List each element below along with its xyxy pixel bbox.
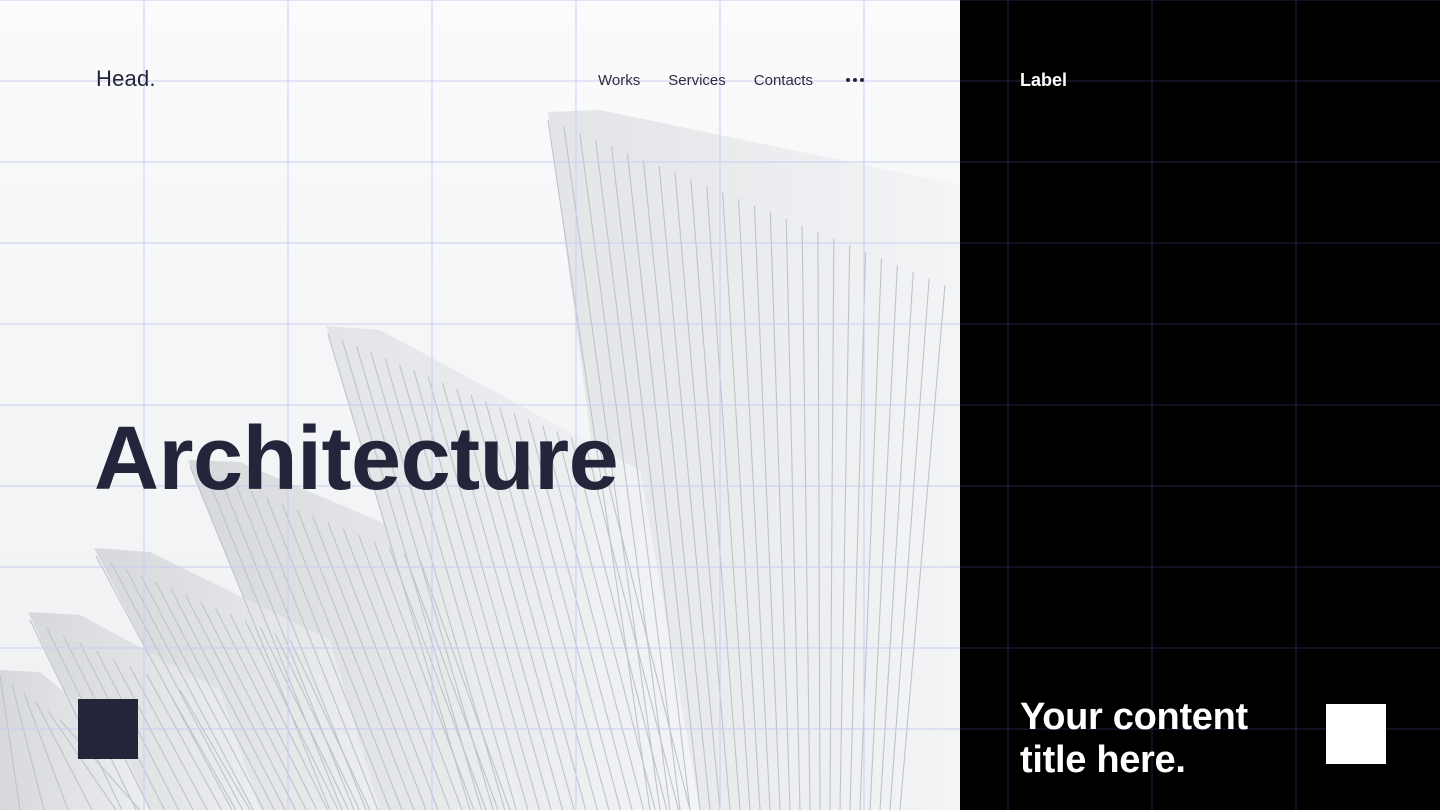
side-label[interactable]: Label <box>1020 70 1067 91</box>
nav-item-services[interactable]: Services <box>668 72 726 89</box>
nav-item-works[interactable]: Works <box>598 72 640 89</box>
more-horizontal-icon[interactable] <box>841 71 864 89</box>
nav-item-contacts[interactable]: Contacts <box>754 72 813 89</box>
more-dot <box>845 78 850 82</box>
white-square-button[interactable] <box>1326 704 1386 764</box>
hero-architecture-image <box>0 0 960 810</box>
page: Head. Works Services Contacts Architectu… <box>0 0 1440 810</box>
main-nav: Works Services Contacts <box>598 71 864 89</box>
hero-section: Head. Works Services Contacts Architectu… <box>0 0 960 810</box>
more-dot <box>852 78 857 82</box>
side-grid-overlay <box>960 0 1440 810</box>
side-panel: Label Your content title here. <box>960 0 1440 810</box>
more-dot <box>859 78 864 82</box>
content-title: Your content title here. <box>1020 695 1248 781</box>
logo[interactable]: Head. <box>96 66 156 92</box>
hero-title: Architecture <box>94 409 619 510</box>
dark-square-button[interactable] <box>78 699 138 759</box>
